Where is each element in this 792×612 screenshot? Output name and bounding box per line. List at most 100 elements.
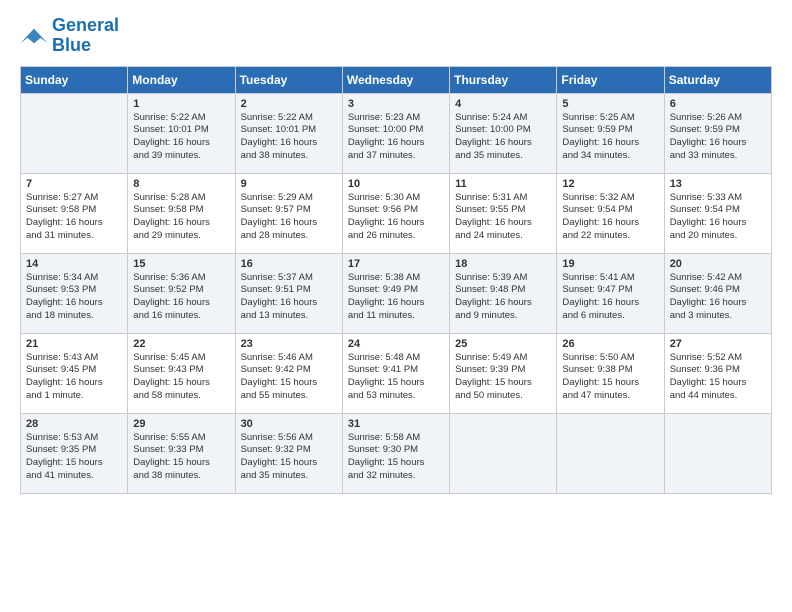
cell-content: Sunrise: 5:33 AM Sunset: 9:54 PM Dayligh… (670, 192, 766, 243)
calendar-cell (664, 413, 771, 493)
calendar-cell: 12Sunrise: 5:32 AM Sunset: 9:54 PM Dayli… (557, 173, 664, 253)
calendar-header: SundayMondayTuesdayWednesdayThursdayFrid… (21, 66, 772, 93)
day-number: 9 (241, 178, 337, 190)
day-number: 13 (670, 178, 766, 190)
calendar-cell: 6Sunrise: 5:26 AM Sunset: 9:59 PM Daylig… (664, 93, 771, 173)
day-number: 21 (26, 338, 122, 350)
calendar-cell: 31 Sunrise: 5:58 AM Sunset: 9:30 PM Dayli… (342, 413, 449, 493)
cell-content: Sunrise: 5:48 AM Sunset: 9:41 PM Dayligh… (348, 352, 444, 403)
calendar-cell: 16 Sunrise: 5:37 AM Sunset: 9:51 PM Dayli… (235, 253, 342, 333)
day-number: 22 (133, 338, 229, 350)
day-number: 31 (348, 418, 444, 430)
day-number: 2 (241, 98, 337, 110)
calendar-cell: 8Sunrise: 5:28 AM Sunset: 9:58 PM Daylig… (128, 173, 235, 253)
cell-content: Sunrise: 5:53 AM Sunset: 9:35 PM Dayligh… (26, 432, 122, 483)
cell-content: Sunrise: 5:36 AM Sunset: 9:52 PM Dayligh… (133, 272, 229, 323)
calendar-cell: 1 Sunrise: 5:22 AM Sunset: 10:01 PM Dayli… (128, 93, 235, 173)
cell-content: Sunrise: 5:31 AM Sunset: 9:55 PM Dayligh… (455, 192, 551, 243)
calendar-cell: 23 Sunrise: 5:46 AM Sunset: 9:42 PM Dayli… (235, 333, 342, 413)
cell-content: Sunrise: 5:22 AM Sunset: 10:01 PM Daylig… (133, 112, 229, 163)
day-number: 1 (133, 98, 229, 110)
calendar-cell: 19Sunrise: 5:41 AM Sunset: 9:47 PM Dayli… (557, 253, 664, 333)
calendar-cell: 22 Sunrise: 5:45 AM Sunset: 9:43 PM Dayli… (128, 333, 235, 413)
cell-content: Sunrise: 5:39 AM Sunset: 9:48 PM Dayligh… (455, 272, 551, 323)
calendar-cell: 2Sunrise: 5:22 AM Sunset: 10:01 PM Dayli… (235, 93, 342, 173)
calendar-cell: 28 Sunrise: 5:53 AM Sunset: 9:35 PM Dayli… (21, 413, 128, 493)
calendar-cell: 17 Sunrise: 5:38 AM Sunset: 9:49 PM Dayli… (342, 253, 449, 333)
day-number: 5 (562, 98, 658, 110)
week-row: 28 Sunrise: 5:53 AM Sunset: 9:35 PM Dayli… (21, 413, 772, 493)
cell-content: Sunrise: 5:55 AM Sunset: 9:33 PM Dayligh… (133, 432, 229, 483)
cell-content: Sunrise: 5:46 AM Sunset: 9:42 PM Dayligh… (241, 352, 337, 403)
calendar-cell: 20Sunrise: 5:42 AM Sunset: 9:46 PM Dayli… (664, 253, 771, 333)
calendar-cell: 14Sunrise: 5:34 AM Sunset: 9:53 PM Dayli… (21, 253, 128, 333)
day-number: 25 (455, 338, 551, 350)
calendar-cell: 4Sunrise: 5:24 AM Sunset: 10:00 PM Dayli… (450, 93, 557, 173)
day-number: 3 (348, 98, 444, 110)
logo-text: GeneralBlue (52, 16, 119, 56)
header-cell-tuesday: Tuesday (235, 66, 342, 93)
day-number: 24 (348, 338, 444, 350)
header-cell-thursday: Thursday (450, 66, 557, 93)
day-number: 27 (670, 338, 766, 350)
cell-content: Sunrise: 5:25 AM Sunset: 9:59 PM Dayligh… (562, 112, 658, 163)
cell-content: Sunrise: 5:43 AM Sunset: 9:45 PM Dayligh… (26, 352, 122, 403)
calendar-cell (557, 413, 664, 493)
cell-content: Sunrise: 5:30 AM Sunset: 9:56 PM Dayligh… (348, 192, 444, 243)
week-row: 7 Sunrise: 5:27 AM Sunset: 9:58 PM Daylig… (21, 173, 772, 253)
calendar-body: 1 Sunrise: 5:22 AM Sunset: 10:01 PM Dayli… (21, 93, 772, 493)
day-number: 16 (241, 258, 337, 270)
day-number: 10 (348, 178, 444, 190)
calendar-cell: 21 Sunrise: 5:43 AM Sunset: 9:45 PM Dayli… (21, 333, 128, 413)
cell-content: Sunrise: 5:50 AM Sunset: 9:38 PM Dayligh… (562, 352, 658, 403)
calendar-cell: 5 Sunrise: 5:25 AM Sunset: 9:59 PM Daylig… (557, 93, 664, 173)
week-row: 21 Sunrise: 5:43 AM Sunset: 9:45 PM Dayli… (21, 333, 772, 413)
day-number: 26 (562, 338, 658, 350)
calendar-cell (450, 413, 557, 493)
cell-content: Sunrise: 5:29 AM Sunset: 9:57 PM Dayligh… (241, 192, 337, 243)
calendar-cell: 3 Sunrise: 5:23 AM Sunset: 10:00 PM Dayli… (342, 93, 449, 173)
day-number: 7 (26, 178, 122, 190)
calendar-cell: 26 Sunrise: 5:50 AM Sunset: 9:38 PM Dayli… (557, 333, 664, 413)
calendar-cell: 30 Sunrise: 5:56 AM Sunset: 9:32 PM Dayli… (235, 413, 342, 493)
calendar-cell: 24 Sunrise: 5:48 AM Sunset: 9:41 PM Dayli… (342, 333, 449, 413)
header-row: SundayMondayTuesdayWednesdayThursdayFrid… (21, 66, 772, 93)
calendar-cell: 27 Sunrise: 5:52 AM Sunset: 9:36 PM Dayli… (664, 333, 771, 413)
calendar-cell: 11Sunrise: 5:31 AM Sunset: 9:55 PM Dayli… (450, 173, 557, 253)
page-header: GeneralBlue (20, 16, 772, 56)
cell-content: Sunrise: 5:52 AM Sunset: 9:36 PM Dayligh… (670, 352, 766, 403)
header-cell-monday: Monday (128, 66, 235, 93)
cell-content: Sunrise: 5:26 AM Sunset: 9:59 PM Dayligh… (670, 112, 766, 163)
logo: GeneralBlue (20, 16, 119, 56)
cell-content: Sunrise: 5:41 AM Sunset: 9:47 PM Dayligh… (562, 272, 658, 323)
day-number: 14 (26, 258, 122, 270)
day-number: 23 (241, 338, 337, 350)
cell-content: Sunrise: 5:27 AM Sunset: 9:58 PM Dayligh… (26, 192, 122, 243)
day-number: 17 (348, 258, 444, 270)
cell-content: Sunrise: 5:28 AM Sunset: 9:58 PM Dayligh… (133, 192, 229, 243)
cell-content: Sunrise: 5:58 AM Sunset: 9:30 PM Dayligh… (348, 432, 444, 483)
calendar-cell: 13 Sunrise: 5:33 AM Sunset: 9:54 PM Dayli… (664, 173, 771, 253)
cell-content: Sunrise: 5:37 AM Sunset: 9:51 PM Dayligh… (241, 272, 337, 323)
calendar-cell: 10 Sunrise: 5:30 AM Sunset: 9:56 PM Dayli… (342, 173, 449, 253)
day-number: 18 (455, 258, 551, 270)
calendar-cell: 15Sunrise: 5:36 AM Sunset: 9:52 PM Dayli… (128, 253, 235, 333)
cell-content: Sunrise: 5:49 AM Sunset: 9:39 PM Dayligh… (455, 352, 551, 403)
calendar-cell: 29Sunrise: 5:55 AM Sunset: 9:33 PM Dayli… (128, 413, 235, 493)
header-cell-saturday: Saturday (664, 66, 771, 93)
header-cell-friday: Friday (557, 66, 664, 93)
day-number: 30 (241, 418, 337, 430)
header-cell-wednesday: Wednesday (342, 66, 449, 93)
cell-content: Sunrise: 5:23 AM Sunset: 10:00 PM Daylig… (348, 112, 444, 163)
cell-content: Sunrise: 5:38 AM Sunset: 9:49 PM Dayligh… (348, 272, 444, 323)
calendar-cell (21, 93, 128, 173)
cell-content: Sunrise: 5:56 AM Sunset: 9:32 PM Dayligh… (241, 432, 337, 483)
cell-content: Sunrise: 5:45 AM Sunset: 9:43 PM Dayligh… (133, 352, 229, 403)
day-number: 28 (26, 418, 122, 430)
day-number: 4 (455, 98, 551, 110)
cell-content: Sunrise: 5:42 AM Sunset: 9:46 PM Dayligh… (670, 272, 766, 323)
week-row: 14Sunrise: 5:34 AM Sunset: 9:53 PM Dayli… (21, 253, 772, 333)
week-row: 1 Sunrise: 5:22 AM Sunset: 10:01 PM Dayli… (21, 93, 772, 173)
logo-icon (20, 25, 48, 47)
calendar-table: SundayMondayTuesdayWednesdayThursdayFrid… (20, 66, 772, 494)
